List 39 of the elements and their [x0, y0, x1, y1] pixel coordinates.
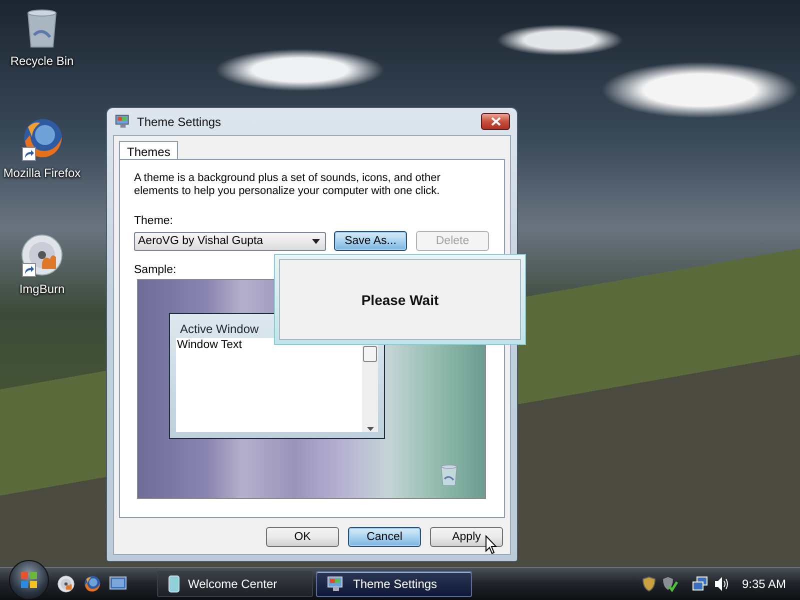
action-button[interactable]: Apply: [430, 527, 503, 547]
taskbar-button[interactable]: Welcome Center: [157, 571, 313, 597]
document-icon: [168, 575, 180, 593]
close-button[interactable]: [481, 113, 510, 130]
disc-icon[interactable]: [57, 575, 75, 593]
shield-icon[interactable]: [642, 576, 656, 592]
desktop-icon-label[interactable]: ImgBurn: [19, 282, 65, 296]
taskbar-button[interactable]: Theme Settings: [316, 571, 472, 597]
sample-window-title: Active Window: [179, 321, 260, 338]
theme-label: Theme:: [134, 215, 174, 227]
action-button[interactable]: Cancel: [348, 527, 421, 547]
wait-message: Please Wait: [361, 292, 439, 308]
network-icon[interactable]: [692, 576, 708, 592]
start-button[interactable]: [9, 560, 49, 600]
desktop-icon-label[interactable]: Recycle Bin: [10, 54, 74, 68]
sample-label: Sample:: [134, 264, 178, 276]
caret-icon: [312, 238, 320, 244]
windows-flag-icon: [20, 571, 38, 589]
security-check-icon[interactable]: [662, 576, 678, 592]
scroll-down-icon: [366, 426, 374, 432]
close-icon: [490, 117, 500, 126]
clock[interactable]: 9:35 AM: [742, 577, 786, 591]
mouse-pointer-icon: [485, 535, 497, 555]
monitor-icon: [327, 576, 345, 592]
shortcut-arrow-icon: [22, 263, 36, 277]
recycle-bin-icon: [439, 463, 459, 487]
theme-dropdown[interactable]: AeroVG by Vishal Gupta: [134, 232, 326, 250]
action-button[interactable]: OK: [266, 527, 339, 547]
window-title: Theme Settings: [137, 114, 222, 128]
tab[interactable]: Themes: [119, 141, 178, 159]
shortcut-arrow-icon: [22, 147, 36, 161]
description-text: A theme is a background plus a set of sounds, icons, and other elements to help you personalize your computer with one click.: [134, 172, 442, 198]
sample-window-text: Window Text: [176, 338, 243, 353]
monitor-icon: [115, 114, 131, 129]
globe-icon[interactable]: [83, 575, 101, 593]
volume-icon[interactable]: [714, 576, 730, 592]
action-button[interactable]: Save As...: [334, 231, 407, 251]
scrollbar-thumb[interactable]: [363, 346, 377, 362]
desktop-icon-label[interactable]: Mozilla Firefox: [3, 166, 81, 180]
